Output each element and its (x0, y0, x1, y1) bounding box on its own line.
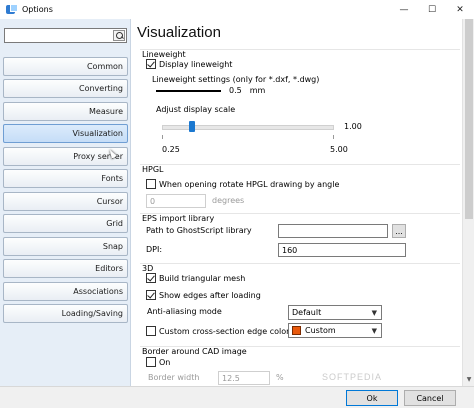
ghostscript-path-input[interactable] (278, 224, 388, 238)
color-swatch (292, 326, 301, 335)
antialiasing-select[interactable]: Default ▼ (288, 305, 382, 320)
hpgl-rotate-checkbox[interactable] (146, 179, 156, 189)
border-on-checkbox[interactable] (146, 357, 156, 367)
adjust-scale-label: Adjust display scale (156, 105, 236, 114)
hpgl-rotate-label: When opening rotate HPGL drawing by angl… (159, 179, 340, 189)
search-input[interactable] (4, 28, 127, 43)
edge-color-select[interactable]: Custom ▼ (288, 323, 382, 338)
chevron-down-icon: ▼ (371, 309, 377, 317)
build-mesh-row[interactable]: Build triangular mesh (146, 273, 245, 283)
show-edges-row[interactable]: Show edges after loading (146, 290, 261, 300)
sidebar-item-fonts[interactable]: Fonts (3, 169, 128, 188)
display-lineweight-checkbox[interactable] (146, 59, 156, 69)
sidebar-item-grid[interactable]: Grid (3, 214, 128, 233)
sidebar-item-associations[interactable]: Associations (3, 282, 128, 301)
search-icon[interactable] (113, 30, 125, 41)
scrollbar-thumb[interactable] (465, 19, 473, 219)
show-edges-checkbox[interactable] (146, 290, 156, 300)
scale-value: 1.00 (344, 122, 362, 131)
show-edges-label: Show edges after loading (159, 290, 261, 300)
slider-ticks (162, 135, 334, 139)
display-lineweight-label: Display lineweight (159, 59, 233, 69)
sidebar-item-cursor[interactable]: Cursor (3, 192, 128, 211)
border-on-row[interactable]: On (146, 357, 170, 367)
slider-thumb[interactable] (189, 121, 195, 132)
border-width-label: Border width (148, 373, 200, 382)
cancel-button[interactable]: Cancel (404, 390, 456, 406)
custom-edge-checkbox[interactable] (146, 326, 156, 336)
minimize-button[interactable]: — (390, 0, 418, 19)
sidebar-item-converting[interactable]: Converting (3, 79, 128, 98)
close-button[interactable]: ✕ (446, 0, 474, 19)
border-width-unit: % (276, 373, 284, 382)
maximize-button[interactable]: ☐ (418, 0, 446, 19)
lineweight-sample-line (156, 89, 221, 92)
bottom-bar: Ok Cancel (0, 386, 474, 408)
lineweight-unit: mm (249, 86, 266, 95)
settings-panel: Visualization Lineweight Display linewei… (132, 19, 462, 386)
title-bar: Options — ☐ ✕ (0, 0, 474, 19)
eps-header: EPS import library (142, 214, 215, 223)
dpi-label: DPI: (146, 245, 163, 254)
sidebar-item-common[interactable]: Common (3, 57, 128, 76)
antialiasing-value: Default (292, 308, 322, 317)
chevron-down-icon: ▼ (371, 327, 377, 335)
dpi-input[interactable]: 160 (278, 243, 406, 257)
scroll-down-icon[interactable]: ▼ (465, 376, 473, 384)
sidebar-item-editors[interactable]: Editors (3, 259, 128, 278)
border-width-input[interactable]: 12.5 (218, 371, 270, 385)
vertical-scrollbar[interactable]: ▼ (462, 19, 474, 386)
app-icon (5, 3, 18, 16)
hpgl-rotate-row[interactable]: When opening rotate HPGL drawing by angl… (146, 179, 339, 189)
scale-max-label: 5.00 (330, 145, 348, 154)
hpgl-angle-unit: degrees (212, 196, 245, 205)
border-on-label: On (159, 357, 171, 367)
sidebar: Common Converting Measure Visualization … (0, 19, 131, 386)
window-title: Options (22, 5, 53, 14)
antialiasing-label: Anti-aliasing mode (147, 307, 222, 316)
edge-color-value: Custom (305, 326, 336, 335)
lineweight-value-row: 0.5 mm (156, 86, 265, 95)
display-scale-slider[interactable] (162, 121, 334, 139)
watermark: SOFTPEDIA (322, 372, 383, 382)
hpgl-angle-input[interactable]: 0 (146, 194, 206, 208)
sidebar-item-loading-saving[interactable]: Loading/Saving (3, 304, 128, 323)
custom-edge-label: Custom cross-section edge color (159, 326, 290, 336)
build-mesh-checkbox[interactable] (146, 273, 156, 283)
sidebar-item-snap[interactable]: Snap (3, 237, 128, 256)
lineweight-settings-label: Lineweight settings (only for *.dxf, *.d… (152, 75, 320, 84)
3d-header: 3D (142, 264, 154, 273)
lineweight-header: Lineweight (142, 50, 186, 59)
border-header: Border around CAD image (142, 347, 247, 356)
scale-min-label: 0.25 (162, 145, 180, 154)
page-title: Visualization (137, 24, 221, 41)
ok-button[interactable]: Ok (346, 390, 398, 406)
browse-button[interactable]: ... (392, 224, 406, 238)
sidebar-item-measure[interactable]: Measure (3, 102, 128, 121)
ghostscript-path-label: Path to GhostScript library (146, 226, 252, 235)
display-lineweight-row[interactable]: Display lineweight (146, 59, 232, 69)
slider-track (162, 125, 334, 130)
lineweight-value: 0.5 (229, 86, 242, 95)
build-mesh-label: Build triangular mesh (159, 273, 246, 283)
custom-edge-row[interactable]: Custom cross-section edge color (146, 326, 289, 336)
hpgl-header: HPGL (142, 165, 164, 174)
sidebar-item-visualization[interactable]: Visualization (3, 124, 128, 143)
